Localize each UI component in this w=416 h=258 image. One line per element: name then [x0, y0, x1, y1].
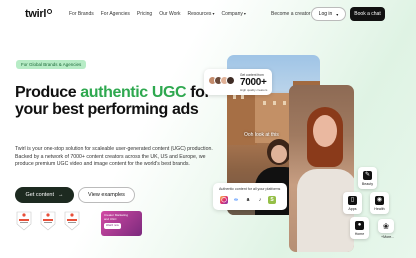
headline-part1: Produce	[15, 84, 81, 101]
view-examples-label: View examples	[88, 192, 125, 198]
promo-line2: and UGC	[104, 217, 117, 221]
audience-tag: For Global Brands & Agencies	[16, 60, 87, 69]
nav-link-company-label: Company	[221, 11, 243, 17]
amazon-icon: a	[246, 197, 250, 203]
creator-face	[271, 145, 287, 163]
platforms-card: Authentic content for all your platforms…	[213, 183, 287, 210]
g2-badge-icon	[16, 211, 32, 231]
platform-icons: ◯ ∞ a ♪ S	[220, 196, 276, 204]
twirl-logo[interactable]: twirl	[25, 8, 53, 20]
top-navigation: twirl For Brands For Agencies Pricing Ou…	[0, 0, 416, 30]
creators-card-number: 7000+	[240, 77, 267, 88]
category-health-label: Health	[374, 206, 385, 211]
category-home: ● Home	[350, 217, 369, 239]
book-chat-label: Book a chat	[354, 11, 381, 17]
instagram-icon: ◯	[220, 196, 228, 204]
nav-link-for-agencies[interactable]: For Agencies	[101, 11, 130, 17]
book-chat-button[interactable]: Book a chat	[350, 7, 385, 21]
category-apps: ▯ Apps	[343, 192, 362, 214]
toilet-roll-icon: ●	[355, 220, 364, 230]
get-content-label: Get content	[25, 192, 54, 198]
chevron-down-icon: ▾	[336, 11, 339, 17]
nav-link-resources[interactable]: Resources▾	[188, 11, 215, 17]
nav-link-our-work[interactable]: Our Work	[159, 11, 180, 17]
award-badges	[16, 211, 80, 231]
nav-link-for-brands[interactable]: For Brands	[69, 11, 94, 17]
category-pets: ❀	[378, 219, 394, 233]
login-button[interactable]: Log in ▾	[311, 7, 346, 21]
paw-icon: ❀	[382, 221, 390, 231]
creator-avatars	[208, 76, 235, 85]
get-content-button[interactable]: Get content →	[15, 187, 74, 203]
become-creator-link[interactable]: Become a creator	[271, 11, 310, 17]
window-shape	[273, 101, 276, 105]
chevron-down-icon: ▾	[243, 11, 246, 16]
camera-icon: ◉	[375, 195, 384, 205]
nav-link-company[interactable]: Company▾	[221, 11, 245, 17]
creators-card-sub: High quality creators	[240, 88, 268, 92]
creators-stat-card: Get content from 7000+ High quality crea…	[204, 69, 272, 95]
hero-headline: Produce authentic UGC for your best perf…	[15, 84, 215, 118]
meta-icon: ∞	[234, 197, 238, 203]
nav-links: For Brands For Agencies Pricing Our Work…	[69, 11, 246, 17]
nav-link-resources-label: Resources	[187, 11, 212, 17]
window-shape	[283, 101, 286, 105]
logo-text: twirl	[25, 8, 47, 20]
logo-mark-icon	[47, 9, 53, 14]
g2-badge-icon	[64, 211, 80, 231]
tiktok-icon: ♪	[258, 197, 262, 203]
nav-link-pricing[interactable]: Pricing	[137, 11, 152, 17]
phone-icon: ▯	[348, 195, 357, 205]
headline-accent: authentic UGC	[80, 84, 187, 101]
more-categories-label: +More...	[381, 235, 395, 239]
window-shape	[263, 101, 266, 105]
avatar	[226, 76, 235, 85]
category-beauty: ✎ Beauty	[358, 167, 377, 189]
platforms-card-title: Authentic content for all your platforms	[219, 187, 281, 191]
category-apps-label: Apps	[348, 206, 357, 211]
hero-description: Twirl is your one-stop solution for scal…	[15, 146, 213, 167]
g2-badge-icon	[40, 211, 56, 231]
view-examples-button[interactable]: View examples	[78, 187, 135, 203]
video-caption: Ooh look at this	[244, 132, 279, 138]
window-shape	[233, 95, 236, 99]
promo-card[interactable]: Creator Marketing and UGC Watch now	[101, 211, 142, 236]
promo-button[interactable]: Watch now	[104, 223, 121, 229]
login-label: Log in	[318, 11, 333, 17]
creator-face	[313, 115, 337, 147]
window-shape	[241, 95, 244, 99]
category-beauty-label: Beauty	[361, 181, 374, 186]
shopify-icon: S	[268, 196, 276, 204]
category-home-label: Home	[354, 231, 365, 236]
lipstick-icon: ✎	[363, 170, 372, 180]
creator-video-secondary	[289, 85, 354, 252]
category-health: ◉ Health	[370, 192, 389, 214]
arrow-right-icon: →	[57, 192, 64, 198]
chevron-down-icon: ▾	[212, 11, 215, 16]
